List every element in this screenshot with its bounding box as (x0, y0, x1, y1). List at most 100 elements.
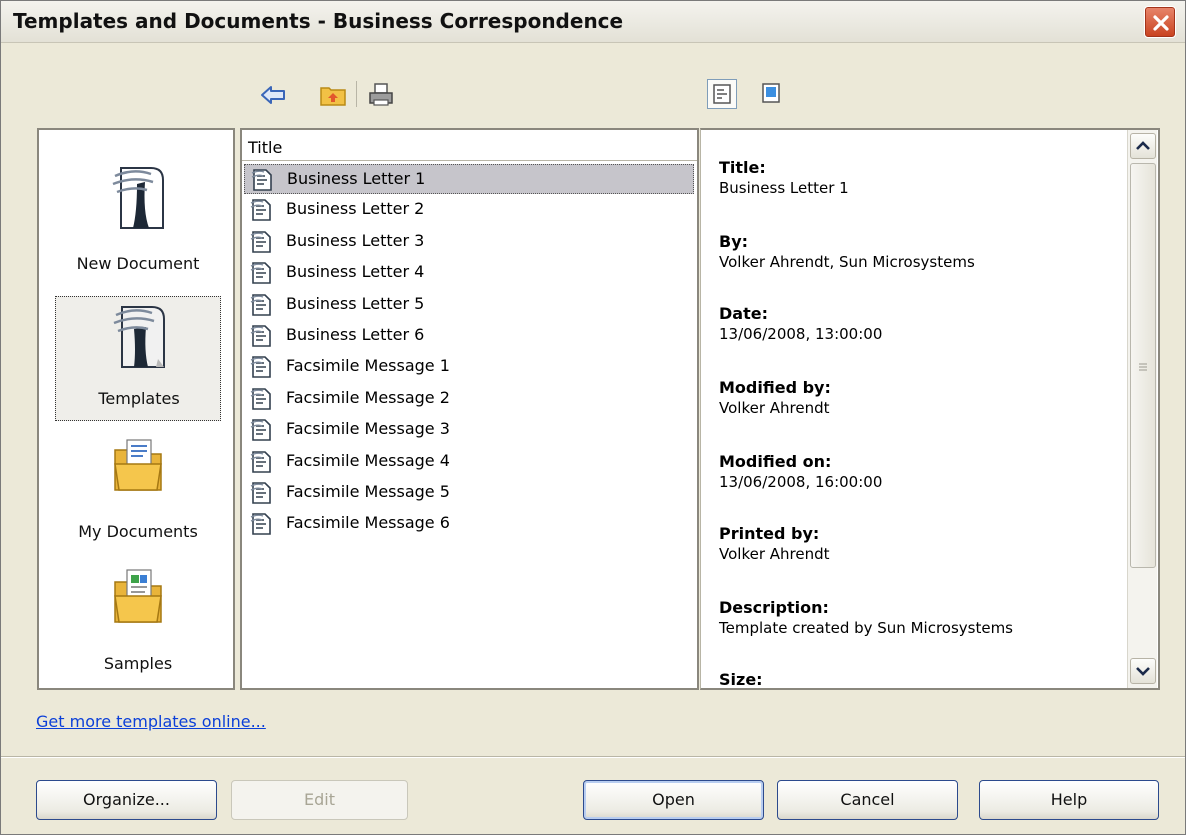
category-templates[interactable]: Templates (55, 296, 221, 421)
grip-icon (1139, 363, 1147, 371)
list-item-label: Facsimile Message 2 (286, 387, 450, 407)
print-icon (369, 83, 393, 106)
templates-dialog: Templates and Documents - Business Corre… (0, 0, 1186, 835)
list-item[interactable]: Business Letter 1 (244, 164, 694, 194)
folder-samples-icon (114, 569, 162, 623)
info-title-value: Business Letter 1 (719, 179, 849, 197)
print-button[interactable] (367, 81, 395, 109)
title-bar[interactable]: Templates and Documents - Business Corre… (1, 1, 1185, 43)
close-icon (1153, 15, 1169, 31)
template-document-icon (250, 230, 271, 253)
templates-icon (113, 306, 165, 368)
template-document-icon (250, 199, 271, 222)
info-printed-by: Printed by: Volker Ahrendt (719, 524, 830, 564)
category-samples[interactable]: Samples (55, 562, 221, 687)
folder-documents-icon (114, 439, 162, 491)
list-item[interactable]: Facsimile Message 5 (244, 478, 694, 508)
close-button[interactable] (1144, 6, 1176, 38)
list-item-label: Business Letter 1 (287, 169, 426, 188)
info-modified-on: Modified on: 13/06/2008, 16:00:00 (719, 452, 882, 492)
info-date-value: 13/06/2008, 13:00:00 (719, 325, 883, 343)
template-document-icon (250, 325, 271, 347)
list-item[interactable]: Facsimile Message 1 (244, 352, 694, 382)
category-label: My Documents (78, 522, 198, 541)
edit-button[interactable]: Edit (231, 780, 408, 820)
list-item[interactable]: Facsimile Message 4 (244, 447, 694, 477)
info-description-value: Template created by Sun Microsystems (719, 619, 1014, 637)
info-printed-by-value: Volker Ahrendt (719, 545, 830, 563)
template-document-icon (250, 387, 271, 410)
info-by-label: By: (719, 232, 749, 251)
template-document-icon (251, 169, 272, 191)
scroll-thumb[interactable] (1130, 163, 1156, 568)
list-item-label: Business Letter 2 (286, 199, 425, 219)
folder-up-button[interactable] (319, 81, 347, 109)
template-document-icon (250, 262, 271, 284)
info-by: By: Volker Ahrendt, Sun Microsystems (719, 232, 975, 272)
document-properties-icon (713, 84, 731, 104)
info-description: Description: Template created by Sun Mic… (719, 598, 1013, 638)
chevron-down-icon (1136, 667, 1150, 676)
document-properties-view-button[interactable] (707, 79, 737, 109)
list-item-label: Business Letter 3 (286, 230, 425, 250)
template-document-icon (250, 513, 271, 536)
list-item[interactable]: Facsimile Message 2 (244, 384, 694, 414)
list-item-label: Business Letter 6 (286, 325, 425, 344)
template-document-icon (250, 482, 271, 504)
back-arrow-icon (261, 86, 285, 104)
toolbar-separator (356, 81, 357, 107)
window-title: Templates and Documents - Business Corre… (13, 9, 624, 33)
info-modified-on-value: 13/06/2008, 16:00:00 (719, 473, 883, 491)
template-document-icon (250, 450, 271, 473)
list-item-label: Facsimile Message 3 (286, 419, 450, 439)
info-modified-by: Modified by: Volker Ahrendt (719, 378, 831, 418)
scroll-up-button[interactable] (1130, 133, 1156, 159)
scroll-down-button[interactable] (1130, 658, 1156, 684)
template-document-icon (250, 419, 271, 441)
template-document-icon (250, 293, 271, 316)
template-document-icon (250, 356, 271, 379)
folder-up-icon (320, 87, 346, 106)
info-modified-on-label: Modified on: (719, 452, 832, 471)
document-info-panel: Title: Business Letter 1 By: Volker Ahre… (700, 128, 1160, 690)
info-description-label: Description: (719, 598, 829, 617)
list-item[interactable]: Business Letter 3 (244, 227, 694, 257)
info-size-label: Size: (719, 670, 763, 689)
info-date: Date: 13/06/2008, 13:00:00 (719, 304, 882, 344)
info-date-label: Date: (719, 304, 768, 323)
info-size: Size: (719, 670, 763, 690)
list-item-label: Facsimile Message 1 (286, 356, 450, 376)
list-item-label: Facsimile Message 4 (286, 450, 450, 470)
list-item[interactable]: Facsimile Message 6 (244, 509, 694, 539)
organize-button[interactable]: Organize... (36, 780, 217, 820)
more-templates-link[interactable]: Get more templates online... (36, 712, 266, 731)
info-modified-by-label: Modified by: (719, 378, 831, 397)
list-item[interactable]: Facsimile Message 3 (244, 415, 694, 445)
back-button[interactable] (259, 81, 287, 109)
list-item-label: Facsimile Message 6 (286, 513, 450, 533)
list-item[interactable]: Business Letter 2 (244, 195, 694, 225)
help-button[interactable]: Help (979, 780, 1159, 820)
preview-view-button[interactable] (757, 79, 787, 109)
column-header-label: Title (248, 138, 283, 157)
template-list[interactable]: Title Business Letter 1 Business Letter 2… (240, 128, 699, 690)
list-item-label: Business Letter 5 (286, 293, 425, 313)
list-item[interactable]: Business Letter 5 (244, 290, 694, 320)
divider (1, 756, 1185, 758)
category-label: New Document (76, 254, 200, 273)
category-new-document[interactable]: New Document (55, 162, 221, 287)
open-button[interactable]: Open (583, 780, 764, 820)
info-title: Title: Business Letter 1 (719, 158, 849, 198)
list-item[interactable]: Business Letter 4 (244, 258, 694, 288)
category-panel: New Document Templates My Documents Samp… (37, 128, 235, 690)
info-by-value: Volker Ahrendt, Sun Microsystems (719, 253, 975, 271)
info-title-label: Title: (719, 158, 766, 177)
cancel-button[interactable]: Cancel (777, 780, 958, 820)
category-label: Templates (98, 389, 180, 408)
info-scrollbar[interactable] (1127, 130, 1157, 688)
list-item-label: Business Letter 4 (286, 262, 425, 282)
list-item[interactable]: Business Letter 6 (244, 321, 694, 351)
column-header-title[interactable]: Title (242, 130, 697, 161)
category-my-documents[interactable]: My Documents (55, 430, 221, 555)
category-label: Samples (103, 654, 173, 673)
